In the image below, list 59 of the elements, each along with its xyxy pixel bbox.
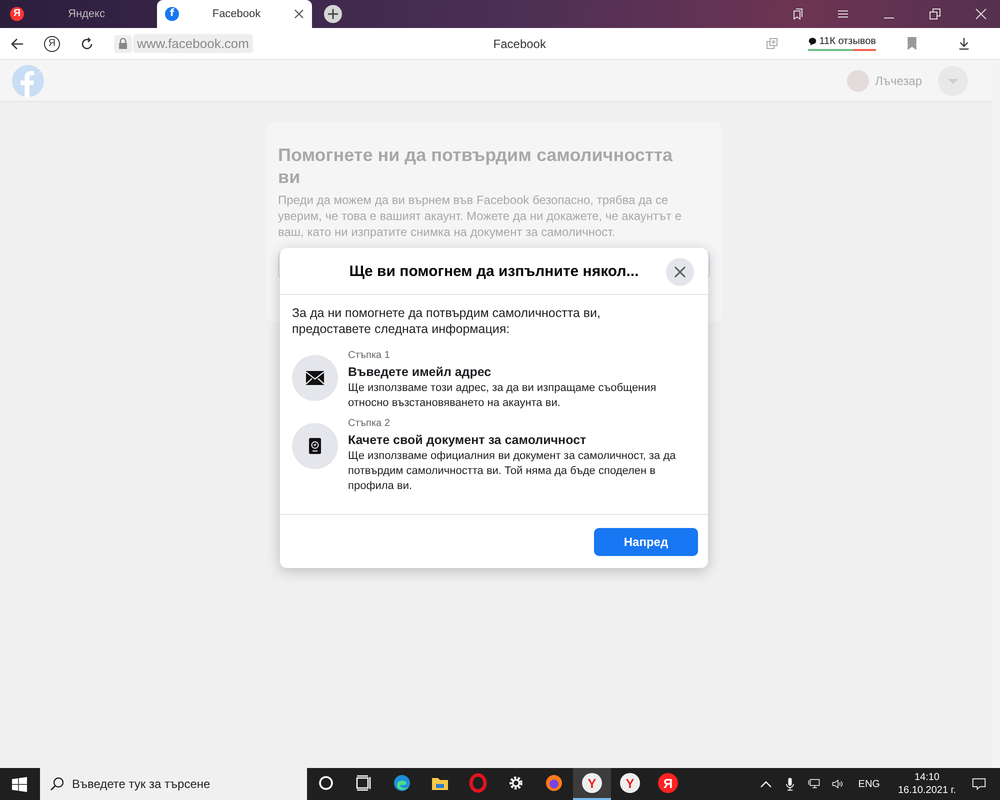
network-icon[interactable]: [808, 777, 820, 791]
back-arrow-icon[interactable]: [10, 36, 24, 50]
new-tab-icon[interactable]: [324, 5, 342, 23]
restore-icon[interactable]: [929, 8, 941, 20]
language-indicator[interactable]: ENG: [858, 778, 880, 790]
search-field[interactable]: Въведете тук за търсене: [40, 768, 307, 800]
yandex-logo-icon: Я: [658, 773, 678, 793]
browser-tab[interactable]: f Facebook: [157, 0, 312, 28]
step-title: Въведете имейл адрес: [348, 364, 492, 381]
edge-icon: [392, 773, 412, 793]
bookmarks-icon[interactable]: [791, 8, 803, 20]
browser-logo-icon: Y: [582, 773, 602, 793]
close-icon[interactable]: [294, 9, 304, 19]
taskbar-app[interactable]: Y: [573, 768, 611, 800]
reviews-link[interactable]: 11К отзывов: [808, 36, 876, 51]
reload-icon[interactable]: [80, 36, 94, 50]
taskbar-app[interactable]: Y: [611, 768, 649, 800]
next-button[interactable]: Напред: [594, 528, 698, 556]
bookmark-icon[interactable]: [906, 37, 918, 50]
browser-tab[interactable]: Я Яндекс: [2, 0, 157, 28]
browser-logo-icon: Y: [620, 773, 640, 793]
circle-icon: [316, 773, 336, 793]
avatar: [847, 70, 870, 92]
download-icon[interactable]: [958, 37, 970, 50]
yandex-button[interactable]: Я: [44, 36, 60, 52]
search-placeholder: Въведете тук за търсене: [72, 777, 210, 791]
step-label: Стъпка 1: [348, 349, 391, 362]
card-title: Помогнете ни да потвърдим самоличността ви: [278, 144, 674, 188]
facebook-logo-icon: f: [165, 7, 179, 21]
page-title: Facebook: [493, 36, 546, 50]
microphone-icon[interactable]: [784, 777, 796, 791]
menu-icon[interactable]: [837, 8, 849, 20]
lock-icon: [114, 34, 132, 52]
clock-time: 14:10: [914, 771, 940, 784]
notification-icon[interactable]: [972, 777, 986, 791]
step-description: Ще използваме официалния ви документ за самоличност, за да потвърдим самоличността ви. Той няма да бъде споделен в профила ви.: [348, 449, 677, 494]
dialog-intro: За да ни помогнете да потвърдим самоличността ви, предоставете следната информация:: [292, 305, 602, 337]
step-description: Ще използваме този адрес, за да ви изпращаме съобщения относно възстановяването на акаунта ви.: [348, 381, 658, 411]
opera-icon: [468, 773, 488, 793]
close-icon: [674, 266, 686, 278]
search-icon: [50, 777, 64, 791]
tab-label: Яндекс: [67, 8, 106, 20]
speech-bubble-icon: [808, 37, 818, 46]
step-label: Стъпка 2: [348, 417, 391, 430]
dialog-title: Ще ви помогнем да изпълните някол...: [349, 262, 639, 280]
tab-label: Facebook: [211, 8, 262, 20]
passport-icon: [309, 438, 321, 454]
step-title: Качете свой документ за самоличност: [348, 432, 588, 449]
volume-icon[interactable]: [832, 777, 844, 791]
envelope-icon: [306, 371, 324, 385]
reviews-label: 11К отзывов: [819, 36, 876, 47]
yandex-logo-icon: Я: [10, 7, 24, 21]
close-button[interactable]: [666, 258, 694, 286]
card-text: Преди да можем да ви върнем във Facebook безопасно, трябва да се уверим, че това е вашият акаунт. Можете да ни докажете, че акаунтът е ваш, като ни изпратите снимка на документ за самоличност.: [278, 192, 683, 240]
taskbar-app[interactable]: Я: [649, 768, 687, 800]
clock[interactable]: 14:10 16.10.2021 г.: [898, 771, 956, 797]
user-name: Лъчезар: [875, 74, 922, 88]
windows-start-icon[interactable]: [12, 776, 27, 792]
clock-date: 16.10.2021 г.: [898, 784, 956, 797]
